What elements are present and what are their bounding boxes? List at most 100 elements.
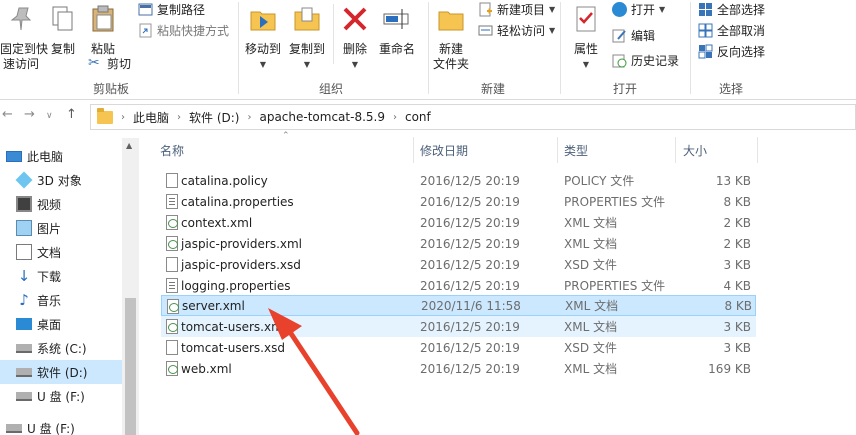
- file-icon: [166, 257, 178, 272]
- file-size: 3 KB: [723, 257, 751, 272]
- column-header-size[interactable]: 大小: [683, 142, 707, 159]
- file-size: 8 KB: [724, 298, 752, 313]
- organize-group-label: 组织: [318, 82, 343, 96]
- back-arrow-icon[interactable]: ←: [2, 107, 13, 122]
- forward-arrow-icon[interactable]: →: [24, 107, 35, 122]
- open-group-label: 打开: [612, 82, 637, 96]
- rename-button[interactable]: 重命名: [376, 4, 418, 57]
- history-button[interactable]: 历史记录: [612, 51, 679, 69]
- nav-item-3d-objects[interactable]: 3D 对象: [0, 168, 122, 192]
- edit-button[interactable]: 编辑: [612, 26, 655, 44]
- file-type: POLICY 文件: [564, 174, 635, 188]
- nav-item-usb-drive[interactable]: U 盘 (F:): [0, 384, 122, 408]
- new-item-dropdown-icon: ▼: [549, 4, 556, 14]
- file-row[interactable]: tomcat-users.xsd 2016/12/5 20:19 XSD 文件 …: [161, 337, 756, 358]
- file-name: catalina.policy: [181, 173, 268, 188]
- file-type: PROPERTIES 文件: [564, 279, 666, 293]
- breadcrumb-chevron-icon[interactable]: ›: [393, 112, 397, 123]
- column-header-date[interactable]: 修改日期: [420, 142, 468, 159]
- file-row[interactable]: catalina.properties 2016/12/5 20:19 PROP…: [161, 191, 756, 212]
- move-to-button[interactable]: 移动到 ▼: [242, 4, 284, 72]
- file-icon: [166, 173, 178, 188]
- easy-access-label: 轻松访问: [497, 23, 546, 38]
- file-row[interactable]: context.xml 2016/12/5 20:19 XML 文档 2 KB: [161, 212, 756, 233]
- recent-locations-chevron-icon[interactable]: ∨: [46, 111, 53, 121]
- column-header-type[interactable]: 类型: [564, 142, 588, 159]
- up-arrow-icon[interactable]: ↑: [66, 107, 77, 122]
- nav-item-videos[interactable]: 视频: [0, 192, 122, 216]
- drive-d-icon: [16, 367, 32, 377]
- pin-to-quick-access-button[interactable]: 固定到快 速访问: [0, 4, 48, 72]
- select-all-button[interactable]: 全部选择: [698, 0, 765, 18]
- file-row-selected[interactable]: server.xml 2020/11/6 11:58 XML 文档 8 KB: [161, 295, 756, 316]
- nav-item-drive-d[interactable]: 软件 (D:): [0, 360, 122, 384]
- nav-pane-scrollbar[interactable]: ▲: [122, 138, 139, 435]
- file-row[interactable]: tomcat-users.xml 2016/12/5 20:19 XML 文档 …: [161, 316, 756, 337]
- column-divider[interactable]: [413, 137, 414, 163]
- file-date: 2016/12/5 20:19: [420, 215, 520, 230]
- properties-button[interactable]: 属性 ▼: [566, 4, 606, 72]
- column-divider[interactable]: [675, 137, 676, 163]
- file-name: logging.properties: [181, 278, 291, 293]
- file-size: 13 KB: [715, 173, 751, 188]
- column-divider[interactable]: [557, 137, 558, 163]
- column-header-name[interactable]: 名称: [160, 142, 184, 159]
- rename-label: 重命名: [378, 42, 415, 56]
- nav-item-pictures[interactable]: 图片: [0, 216, 122, 240]
- file-row[interactable]: jaspic-providers.xsd 2016/12/5 20:19 XSD…: [161, 254, 756, 275]
- copy-path-button[interactable]: 复制路径: [138, 0, 205, 18]
- nav-item-label: 文档: [37, 245, 62, 260]
- nav-item-music[interactable]: ♪ 音乐: [0, 288, 122, 312]
- pictures-icon: [16, 220, 32, 236]
- file-date: 2016/12/5 20:19: [420, 278, 520, 293]
- breadcrumb-tomcat[interactable]: apache-tomcat-8.5.9: [259, 110, 385, 124]
- new-folder-button[interactable]: 新建 文件夹: [430, 4, 472, 72]
- easy-access-button[interactable]: 轻松访问 ▼: [478, 21, 555, 39]
- usb-drive-icon: [16, 391, 32, 401]
- file-row[interactable]: jaspic-providers.xml 2016/12/5 20:19 XML…: [161, 233, 756, 254]
- breadcrumb-this-pc[interactable]: 此电脑: [133, 109, 169, 126]
- new-item-button[interactable]: 新建项目 ▼: [478, 0, 555, 18]
- nav-item-label: 软件 (D:): [37, 365, 88, 380]
- column-divider[interactable]: [757, 137, 758, 163]
- ribbon-subseparator: [333, 4, 334, 64]
- delete-button[interactable]: 删除 ▼: [338, 4, 372, 72]
- file-row[interactable]: web.xml 2016/12/5 20:19 XML 文档 169 KB: [161, 358, 756, 379]
- breadcrumb-drive-d[interactable]: 软件 (D:): [189, 109, 239, 126]
- file-type: XML 文档: [565, 299, 619, 313]
- copy-button[interactable]: 复制: [46, 4, 80, 57]
- copy-path-icon: [138, 3, 153, 15]
- nav-item-desktop[interactable]: 桌面: [0, 312, 122, 336]
- file-type: XSD 文件: [564, 341, 617, 355]
- delete-dropdown-icon: ▼: [351, 60, 359, 69]
- cut-button[interactable]: ✂ 剪切: [88, 54, 131, 72]
- browser-icon: [612, 1, 627, 17]
- paste-shortcut-button[interactable]: 粘贴快捷方式: [138, 21, 229, 39]
- paste-button[interactable]: 粘贴: [86, 4, 120, 57]
- nav-item-drive-c[interactable]: 系统 (C:): [0, 336, 122, 360]
- move-to-dropdown-icon: ▼: [259, 60, 267, 69]
- file-size: 3 KB: [723, 319, 751, 334]
- address-bar[interactable]: › 此电脑 › 软件 (D:) › apache-tomcat-8.5.9 › …: [90, 104, 856, 130]
- copy-to-button[interactable]: 复制到 ▼: [286, 4, 328, 72]
- open-button[interactable]: 打开 ▼: [612, 0, 665, 18]
- file-row[interactable]: catalina.policy 2016/12/5 20:19 POLICY 文…: [161, 170, 756, 191]
- video-icon: [16, 196, 32, 212]
- sort-ascending-icon: ⌃: [282, 131, 290, 141]
- nav-item-usb-drive[interactable]: U 盘 (F:): [0, 416, 122, 435]
- select-none-button[interactable]: 全部取消: [698, 21, 765, 39]
- scrollbar-thumb[interactable]: [125, 298, 136, 435]
- file-row[interactable]: logging.properties 2016/12/5 20:19 PROPE…: [161, 275, 756, 296]
- nav-item-downloads[interactable]: ↓ 下载: [0, 264, 122, 288]
- breadcrumb-chevron-icon[interactable]: ›: [247, 112, 251, 123]
- file-size: 2 KB: [723, 215, 751, 230]
- file-type: XML 文档: [564, 216, 618, 230]
- breadcrumb-chevron-icon[interactable]: ›: [177, 112, 181, 123]
- scroll-up-icon[interactable]: ▲: [126, 141, 132, 150]
- nav-item-documents[interactable]: 文档: [0, 240, 122, 264]
- breadcrumb-chevron-icon[interactable]: ›: [121, 112, 125, 123]
- nav-item-this-pc[interactable]: 此电脑: [0, 144, 122, 168]
- nav-item-label: 视频: [37, 197, 62, 212]
- breadcrumb-conf[interactable]: conf: [405, 110, 431, 124]
- invert-selection-button[interactable]: 反向选择: [698, 42, 765, 60]
